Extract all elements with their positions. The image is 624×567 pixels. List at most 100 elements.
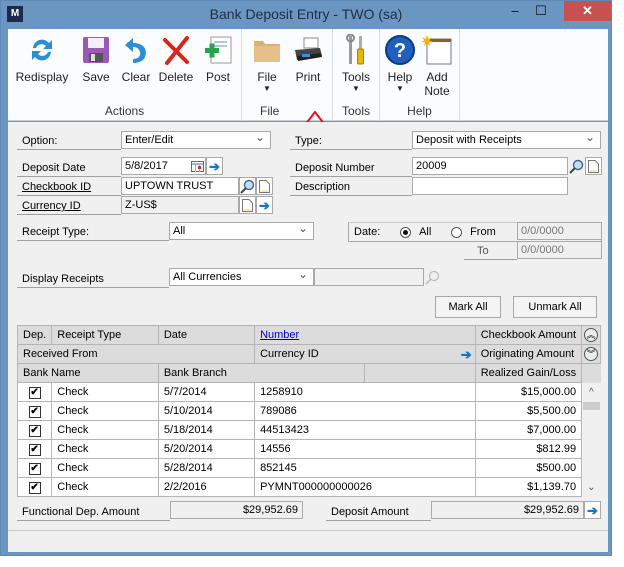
- minimize-button[interactable]: –: [501, 1, 529, 21]
- collapse-rows-button[interactable]: ︾: [581, 344, 601, 364]
- redisplay-button[interactable]: Redisplay: [12, 33, 72, 84]
- currency-note-button[interactable]: [239, 196, 256, 214]
- table-row[interactable]: ✔ Check 5/18/2014 44513423 $7,000.00: [16, 420, 601, 440]
- delete-label: Delete: [158, 70, 194, 84]
- dep-checkbox-cell[interactable]: ✔: [16, 420, 53, 440]
- deposit-number-lookup-button[interactable]: [568, 157, 585, 175]
- table-row[interactable]: ✔ Check 5/7/2014 1258910 $15,000.00 ^: [16, 382, 601, 402]
- checkbook-note-button[interactable]: [256, 177, 273, 195]
- clear-button[interactable]: Clear: [116, 33, 156, 84]
- add-note-button[interactable]: Add Note: [418, 33, 456, 98]
- ribbon-group-tools: Tools ▼ Tools: [333, 29, 380, 121]
- expand-rows-button[interactable]: ︽: [581, 325, 601, 345]
- arrow-right-icon[interactable]: ➔: [461, 348, 472, 361]
- redisplay-icon: [12, 33, 72, 67]
- deposit-number-note-button[interactable]: [585, 157, 602, 175]
- checkbox-checked-icon[interactable]: ✔: [28, 386, 41, 399]
- ribbon: Redisplay Save Clear Delete Post Actions…: [8, 29, 608, 147]
- print-button[interactable]: Print: [288, 33, 328, 84]
- type-dropdown[interactable]: Deposit with Receipts: [412, 131, 601, 149]
- calendar-icon[interactable]: [189, 157, 206, 175]
- receipts-grid: Dep. Receipt Type Date Number Checkbook …: [16, 325, 601, 497]
- help-dropdown-caret: ▼: [396, 84, 404, 93]
- option-dropdown[interactable]: Enter/Edit: [121, 131, 271, 149]
- display-receipts-lookup-button[interactable]: [424, 268, 441, 286]
- receipt-type-cell: Check: [51, 458, 159, 478]
- date-cell: 5/28/2014: [157, 458, 256, 478]
- unmark-all-button[interactable]: Unmark All: [513, 296, 597, 318]
- receipt-type-cell: Check: [51, 439, 159, 459]
- delete-button[interactable]: Delete: [156, 33, 196, 84]
- maximize-button[interactable]: ☐: [527, 1, 555, 21]
- receipt-type-dropdown[interactable]: All: [169, 222, 314, 240]
- file-menu-button[interactable]: File ▼: [248, 33, 286, 94]
- checkbook-amount-cell: $15,000.00: [474, 382, 583, 402]
- date-from-radio[interactable]: From: [451, 223, 496, 241]
- currency-id-link[interactable]: Currency ID: [17, 197, 121, 215]
- scrollbar-thumb[interactable]: [581, 401, 601, 421]
- scrollbar-track[interactable]: [581, 458, 601, 478]
- col-number[interactable]: Number: [254, 325, 476, 345]
- deposit-number-field[interactable]: 20009: [412, 157, 568, 175]
- scrollbar-track[interactable]: [581, 439, 601, 459]
- scroll-up-icon: ^: [588, 386, 594, 398]
- tools-icon: [337, 33, 375, 67]
- form-area: Option: Enter/Edit Type: Deposit with Re…: [8, 122, 608, 552]
- save-label: Save: [82, 70, 110, 84]
- tools-dropdown-caret: ▼: [352, 84, 360, 93]
- grid-header-row-3: Bank Name Bank Branch Realized Gain/Loss: [17, 363, 601, 383]
- table-row[interactable]: ✔ Check 5/28/2014 852145 $500.00: [16, 458, 601, 478]
- col-checkbook-amount[interactable]: Checkbook Amount: [474, 325, 583, 345]
- date-all-radio[interactable]: All: [400, 223, 431, 241]
- table-row[interactable]: ✔ Check 2/2/2016 PYMNT000000000026 $1,139.70…: [16, 477, 601, 497]
- arrow-right-icon: ➔: [259, 197, 270, 213]
- dep-checkbox-cell[interactable]: ✔: [16, 458, 53, 478]
- col-realized-gain-loss: Realized Gain/Loss: [474, 363, 583, 383]
- tools-menu-button[interactable]: Tools ▼: [337, 33, 375, 94]
- note-icon: [418, 33, 456, 67]
- post-button[interactable]: Post: [198, 33, 238, 84]
- checkbox-checked-icon[interactable]: ✔: [28, 443, 41, 456]
- arrow-right-icon: ➔: [587, 502, 598, 518]
- checkbook-id-field[interactable]: UPTOWN TRUST: [121, 177, 239, 195]
- dep-checkbox-cell[interactable]: ✔: [16, 439, 53, 459]
- printer-icon: [288, 33, 328, 67]
- deposit-amount-expand-button[interactable]: ➔: [584, 501, 601, 519]
- receipt-type-cell: Check: [51, 401, 159, 421]
- dep-checkbox-cell[interactable]: ✔: [16, 477, 53, 497]
- functional-dep-amount-label: Functional Dep. Amount: [17, 503, 170, 521]
- clear-label: Clear: [121, 70, 151, 84]
- dep-checkbox-cell[interactable]: ✔: [16, 401, 53, 421]
- checkbox-checked-icon[interactable]: ✔: [28, 481, 41, 494]
- table-row[interactable]: ✔ Check 5/10/2014 789086 $5,500.00: [16, 401, 601, 421]
- dep-checkbox-cell[interactable]: ✔: [16, 382, 53, 402]
- help-menu-button[interactable]: ? Help ▼: [384, 33, 416, 94]
- date-all-label: All: [419, 226, 432, 238]
- save-button[interactable]: Save: [76, 33, 116, 84]
- col-dep[interactable]: Dep.: [16, 325, 53, 345]
- number-sort-link[interactable]: Number: [260, 329, 299, 341]
- col-bank-name: Bank Name: [17, 363, 159, 383]
- checkbox-checked-icon[interactable]: ✔: [28, 405, 41, 418]
- table-row[interactable]: ✔ Check 5/20/2014 14556 $812.99: [16, 439, 601, 459]
- checkbook-lookup-button[interactable]: [239, 177, 256, 195]
- deposit-date-expand-button[interactable]: ➔: [206, 157, 223, 175]
- checkbox-checked-icon[interactable]: ✔: [28, 424, 41, 437]
- close-button[interactable]: ✕: [564, 1, 611, 21]
- description-field[interactable]: [412, 177, 568, 195]
- mark-all-button[interactable]: Mark All: [435, 296, 501, 318]
- checkbook-id-link[interactable]: Checkbook ID: [17, 178, 121, 196]
- note-page-icon: [242, 198, 253, 212]
- checkbox-checked-icon[interactable]: ✔: [28, 462, 41, 475]
- col-receipt-type[interactable]: Receipt Type: [51, 325, 159, 345]
- display-receipts-dropdown[interactable]: All Currencies: [169, 268, 314, 286]
- currency-expand-button[interactable]: ➔: [256, 196, 273, 214]
- col-date[interactable]: Date: [157, 325, 256, 345]
- lookup-magnifier-disabled-icon: [425, 270, 440, 285]
- scrollbar-track[interactable]: [581, 420, 601, 440]
- arrow-right-icon: ➔: [209, 158, 220, 174]
- ribbon-group-help: ? Help ▼ Add Note Help: [380, 29, 460, 121]
- scroll-up-button[interactable]: ^: [581, 382, 601, 402]
- scroll-down-button[interactable]: ⌄: [581, 477, 601, 497]
- receipt-type-cell: Check: [51, 420, 159, 440]
